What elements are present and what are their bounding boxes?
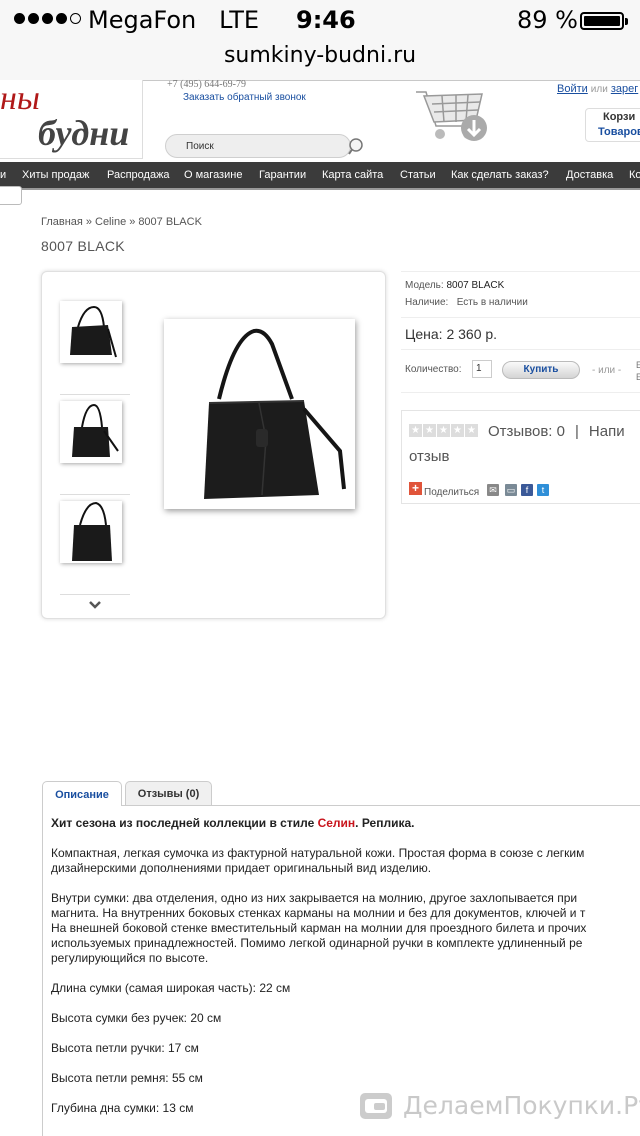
- share-plus-icon[interactable]: +: [409, 482, 422, 495]
- nav-item-sitemap[interactable]: Карта сайта: [322, 169, 383, 181]
- browser-address-bar[interactable]: sumkiny-budni.ru: [0, 42, 640, 81]
- bag-thumbnail-image: [70, 305, 117, 358]
- breadcrumb-separator: »: [129, 216, 136, 228]
- model-value: 8007 BLACK: [446, 280, 505, 291]
- or-separator: - или -: [592, 365, 622, 376]
- nav-item-articles[interactable]: Статьи: [400, 169, 436, 181]
- logo-text-bottom: будни: [38, 113, 130, 153]
- main-product-image[interactable]: [164, 319, 355, 509]
- tab-description[interactable]: Описание: [42, 781, 122, 806]
- star-icon: ★: [451, 424, 464, 437]
- product-description: Хит сезона из последней коллекции в стил…: [51, 816, 640, 1131]
- battery-percent: 89 %: [517, 6, 578, 34]
- quantity-input[interactable]: 1: [472, 360, 492, 378]
- cut-off-text: Е: [636, 360, 640, 370]
- nav-item-contacts[interactable]: Ко: [629, 169, 640, 181]
- cart-items-count[interactable]: Товаров: [598, 126, 640, 138]
- watermark-text: ДелаемПокупки.Ру: [403, 1091, 640, 1120]
- clock: 9:46: [296, 6, 356, 34]
- register-link[interactable]: зарег: [611, 83, 638, 95]
- stock-label: Наличие:: [405, 297, 449, 308]
- tab-reviews[interactable]: Отзывы (0): [125, 781, 212, 805]
- ios-status-bar: MegaFon LTE 9:46 89 %: [0, 0, 640, 42]
- stock-value: Есть в наличии: [456, 297, 528, 308]
- share-label[interactable]: Поделиться: [424, 487, 479, 498]
- buy-button[interactable]: Купить: [502, 361, 580, 379]
- nav-item-sale[interactable]: Распродажа: [107, 169, 170, 181]
- main-nav: и Хиты продаж Распродажа О магазине Гара…: [0, 162, 640, 190]
- star-icon: ★: [437, 424, 450, 437]
- cart-title: Корзи: [603, 111, 636, 123]
- reviews-count-link[interactable]: Отзывов: 0: [488, 423, 565, 440]
- description-paragraph: Внутри сумки: два отделения, одно из них…: [51, 891, 587, 965]
- reviews-separator: |: [575, 423, 579, 440]
- battery-icon: [580, 12, 628, 30]
- bag-thumbnail-image: [72, 403, 119, 457]
- quantity-label: Количество:: [405, 364, 462, 375]
- nav-item-bestsellers[interactable]: Хиты продаж: [22, 169, 89, 181]
- spec-height: Высота сумки без ручек: 20 см: [51, 1011, 222, 1025]
- bag-thumbnail-image: [72, 501, 112, 561]
- shopping-cart-icon[interactable]: [412, 80, 492, 152]
- thumbnail-2[interactable]: [60, 401, 122, 463]
- twitter-share-icon[interactable]: t: [537, 484, 549, 496]
- login-link[interactable]: Войти: [557, 83, 588, 95]
- product-availability: Наличие: Есть в наличии: [405, 297, 528, 308]
- breadcrumb: Главная» Celine» 8007 BLACK: [41, 216, 202, 228]
- product-price: Цена: 2 360 р.: [405, 326, 498, 342]
- write-review-link[interactable]: Напи: [589, 423, 625, 440]
- brand-highlight: Селин: [317, 816, 356, 830]
- page-url[interactable]: sumkiny-budni.ru: [0, 43, 640, 68]
- phone-number: +7 (495) 644-69-79: [167, 79, 246, 90]
- star-icon: ★: [423, 424, 436, 437]
- description-headline: Хит сезона из последней коллекции в стил…: [51, 816, 415, 830]
- nav-item-delivery[interactable]: Доставка: [566, 169, 613, 181]
- cut-off-text: Е: [636, 372, 640, 382]
- product-model: Модель: 8007 BLACK: [405, 280, 504, 291]
- or-text: или: [590, 84, 608, 95]
- breadcrumb-home[interactable]: Главная: [41, 216, 83, 228]
- network-type: LTE: [219, 6, 260, 34]
- wallet-icon: [360, 1093, 392, 1119]
- logo-text-top: ны: [0, 80, 40, 117]
- email-share-icon[interactable]: ✉: [487, 484, 499, 496]
- bag-main-image: [204, 328, 346, 499]
- reviews-count: Отзывов: 0 | Напи: [488, 423, 625, 440]
- callback-link[interactable]: Заказать обратный звонок: [183, 92, 306, 103]
- chevron-down-icon[interactable]: [88, 600, 102, 610]
- spec-handle: Высота петли ручки: 17 см: [51, 1041, 199, 1055]
- facebook-share-icon[interactable]: f: [521, 484, 533, 496]
- nav-item-guarantees[interactable]: Гарантии: [259, 169, 306, 181]
- nav-item-how-to-order[interactable]: Как сделать заказ?: [451, 169, 549, 181]
- print-share-icon[interactable]: ▭: [505, 484, 517, 496]
- signal-strength-icon: [14, 13, 81, 24]
- breadcrumb-current[interactable]: 8007 BLACK: [138, 216, 202, 228]
- model-label: Модель:: [405, 280, 444, 291]
- page-title: 8007 BLACK: [41, 238, 125, 254]
- login-register-links: Войти или зарег: [557, 83, 638, 95]
- search-icon[interactable]: [347, 137, 367, 157]
- star-icon: ★: [409, 424, 422, 437]
- star-icon: ★: [465, 424, 478, 437]
- search-placeholder: Поиск: [186, 141, 214, 152]
- description-paragraph: Компактная, легкая сумочка из фактурной …: [51, 846, 585, 875]
- thumbnail-1[interactable]: [60, 301, 122, 363]
- carrier-name: MegaFon LTE: [88, 6, 260, 34]
- spec-strap: Высота петли ремня: 55 см: [51, 1071, 203, 1085]
- spec-length: Длина сумки (самая широкая часть): 22 см: [51, 981, 291, 995]
- nav-item-about[interactable]: О магазине: [184, 169, 242, 181]
- side-panel-tab[interactable]: [0, 186, 22, 205]
- breadcrumb-brand[interactable]: Celine: [95, 216, 126, 228]
- write-review-link-cont[interactable]: отзыв: [409, 448, 450, 465]
- thumbnail-3[interactable]: [60, 501, 122, 563]
- nav-item-partial[interactable]: и: [0, 169, 6, 181]
- rating-stars: ★ ★ ★ ★ ★: [409, 424, 478, 437]
- breadcrumb-separator: »: [85, 216, 92, 228]
